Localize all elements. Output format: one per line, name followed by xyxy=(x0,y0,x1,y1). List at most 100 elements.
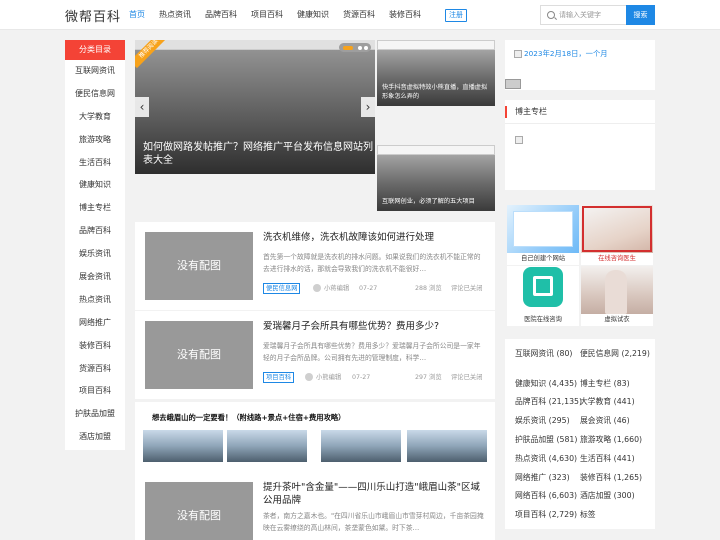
article-author[interactable]: 小熊编辑 xyxy=(316,373,341,382)
sidebar-item[interactable]: 旅游攻略 xyxy=(65,129,125,152)
sidebar-item[interactable]: 装修百科 xyxy=(65,335,125,358)
search-button[interactable]: 搜索 xyxy=(626,5,655,25)
broken-image-icon xyxy=(505,79,521,89)
article-title[interactable]: 洗衣机维修，洗衣机故障该如何进行处理 xyxy=(263,231,489,244)
article-title[interactable]: 爱瑞馨月子会所具有哪些优势？费用多少? xyxy=(263,320,489,333)
slider-dot[interactable] xyxy=(364,45,368,50)
sidebar-item[interactable]: 品牌百科 xyxy=(65,220,125,243)
doctor-photo-frame xyxy=(582,206,652,252)
article-meta: 项目百科 小熊编辑 07-27 297 浏览 评论已关闭 xyxy=(263,372,487,384)
category-link[interactable]: 酒店加盟 (300) xyxy=(580,491,635,501)
article-comments: 评论已关闭 xyxy=(451,374,483,381)
sidebar-item[interactable]: 货源百科 xyxy=(65,358,125,381)
banner-photo xyxy=(143,430,223,462)
sidebar-item[interactable]: 便民信息网 xyxy=(65,83,125,106)
side-feature-card[interactable]: 快手抖音虚拟特效小熊直播，直播虚拟形象怎么弄的 xyxy=(377,40,495,106)
category-link[interactable]: 热点资讯 (4,630) xyxy=(515,454,577,464)
category-link[interactable]: 品牌百科 (21,135) xyxy=(515,397,582,407)
promo-tile-label[interactable]: 医院在线咨询 xyxy=(507,314,579,326)
side-card-caption[interactable]: 快手抖音虚拟特效小熊直播，直播虚拟形象怎么弄的 xyxy=(382,83,492,101)
divider xyxy=(505,123,655,124)
nav-item-home[interactable]: 首页 xyxy=(122,0,152,30)
promo-tile[interactable]: 虚拟试衣 xyxy=(581,266,653,326)
promo-tile-label[interactable]: 在线咨询医生 xyxy=(581,253,653,265)
article-excerpt: 爱瑞馨月子会所具有哪些优势？费用多少？爱瑞馨月子会所公司是一家年轻的月子会所品牌… xyxy=(263,342,481,362)
slider-dot-active[interactable] xyxy=(343,45,353,50)
promo-tile-label[interactable]: 自己创建个网站 xyxy=(507,253,579,265)
site-header: 微帮百科 首页 热点资讯 品牌百科 项目百科 健康知识 货源百科 装修百科 注册… xyxy=(0,0,720,30)
article-thumbnail[interactable]: 没有配图 xyxy=(145,232,253,300)
category-link[interactable]: 便民信息网 (2,219) xyxy=(580,349,650,359)
sidebar-item[interactable]: 护肤品加盟 xyxy=(65,403,125,426)
article-thumbnail[interactable]: 没有配图 xyxy=(145,482,253,540)
broken-image-icon xyxy=(515,136,523,144)
banner-title[interactable]: 想去峨眉山的一定要看！（附线路+景点+住宿+费用攻略） xyxy=(152,413,345,423)
tags-link[interactable]: 标签 xyxy=(580,510,596,520)
article-views: 297 浏览 xyxy=(415,374,442,381)
side-card-caption[interactable]: 互联网创业，必须了解的五大项目 xyxy=(382,197,492,206)
article-thumbnail[interactable]: 没有配图 xyxy=(145,321,253,389)
category-link[interactable]: 旅游攻略 (1,660) xyxy=(580,435,642,445)
article-author[interactable]: 小蒋编辑 xyxy=(324,284,349,293)
banner-photo xyxy=(227,430,307,462)
sidebar-item[interactable]: 网络推广 xyxy=(65,312,125,335)
right-link-box: 2023年2月18日，一个月 xyxy=(505,40,655,90)
nav-item-brand[interactable]: 品牌百科 xyxy=(198,0,244,30)
section-title: 博主专栏 xyxy=(505,106,547,118)
sidebar-item[interactable]: 项目百科 xyxy=(65,380,125,403)
category-link[interactable]: 大学教育 (441) xyxy=(580,397,635,407)
right-top-link[interactable]: 2023年2月18日，一个月 xyxy=(514,49,608,59)
sidebar-item[interactable]: 互联网资讯 xyxy=(65,60,125,83)
article-tag[interactable]: 便民信息网 xyxy=(263,283,301,294)
article-excerpt: 首先第一个故障就是洗衣机的排水问题。如果说我们的洗衣机不能正常的去进行排水的话，… xyxy=(263,253,481,273)
category-link[interactable]: 互联网资讯 (80) xyxy=(515,349,572,359)
category-link[interactable]: 娱乐资讯 (295) xyxy=(515,416,570,426)
right-top-link-text[interactable]: 2023年2月18日，一个月 xyxy=(524,49,608,58)
category-link[interactable]: 生活百科 (441) xyxy=(580,454,635,464)
sidebar-item[interactable]: 健康知识 xyxy=(65,174,125,197)
ad-banner[interactable]: 想去峨眉山的一定要看！（附线路+景点+住宿+费用攻略） xyxy=(135,402,495,472)
category-link[interactable]: 网络百科 (6,603) xyxy=(515,491,577,501)
nav-item-decor[interactable]: 装修百科 xyxy=(382,0,428,30)
article-date: 07-27 xyxy=(352,374,371,381)
sidebar-item[interactable]: 娱乐资讯 xyxy=(65,243,125,266)
sidebar-item[interactable]: 生活百科 xyxy=(65,152,125,175)
blogger-column-box: 博主专栏 xyxy=(505,100,655,190)
sidebar-item[interactable]: 博主专栏 xyxy=(65,197,125,220)
promo-tile-label[interactable]: 虚拟试衣 xyxy=(581,314,653,326)
site-logo[interactable]: 微帮百科 xyxy=(65,6,121,25)
promo-tile[interactable]: 在线咨询医生 xyxy=(581,205,653,265)
banner-photo xyxy=(407,430,487,462)
search-input[interactable] xyxy=(559,6,625,24)
category-link[interactable]: 博主专栏 (83) xyxy=(580,379,630,389)
sidebar-item[interactable]: 展会资讯 xyxy=(65,266,125,289)
article-card: 没有配图 提升茶叶"含金量"——四川乐山打造"峨眉山茶"区域公用品牌 茶者，南方… xyxy=(135,472,495,540)
nav-item-supply[interactable]: 货源百科 xyxy=(336,0,382,30)
sidebar-item[interactable]: 大学教育 xyxy=(65,106,125,129)
category-link[interactable]: 展会资讯 (46) xyxy=(580,416,630,426)
register-button[interactable]: 注册 xyxy=(445,9,467,22)
promo-tile[interactable]: 医院在线咨询 xyxy=(507,266,579,326)
slider-dot[interactable] xyxy=(358,45,362,50)
sidebar-item[interactable]: 酒店加盟 xyxy=(65,426,125,449)
category-link[interactable]: 护肤品加盟 (581) xyxy=(515,435,577,445)
category-link[interactable]: 装修百科 (1,265) xyxy=(580,473,642,483)
slider-next-button[interactable]: › xyxy=(361,97,375,117)
category-link[interactable]: 网络推广 (323) xyxy=(515,473,570,483)
sidebar-item[interactable]: 热点资讯 xyxy=(65,289,125,312)
side-feature-card[interactable]: 互联网创业，必须了解的五大项目 xyxy=(377,145,495,211)
article-title[interactable]: 提升茶叶"含金量"——四川乐山打造"峨眉山茶"区域公用品牌 xyxy=(263,481,489,507)
category-link[interactable]: 健康知识 (4,435) xyxy=(515,379,577,389)
article-excerpt: 茶者，南方之嘉木也。"在四川省乐山市峨眉山市雪芽村周边，千亩茶园掩映在云雾缭绕的… xyxy=(263,512,484,532)
category-link[interactable]: 项目百科 (2,729) xyxy=(515,510,577,520)
author-avatar xyxy=(313,284,321,292)
slider-caption[interactable]: 如何做网路发帖推广？网络推广平台发布信息网站列表大全 xyxy=(143,141,373,167)
promo-tile[interactable]: 自己创建个网站 xyxy=(507,205,579,265)
slider-prev-button[interactable]: ‹ xyxy=(135,97,149,117)
nav-item-hot[interactable]: 热点资讯 xyxy=(152,0,198,30)
nav-item-health[interactable]: 健康知识 xyxy=(290,0,336,30)
nav-item-project[interactable]: 项目百科 xyxy=(244,0,290,30)
article-card: 没有配图 洗衣机维修，洗衣机故障该如何进行处理 首先第一个故障就是洗衣机的排水问… xyxy=(135,222,495,310)
featured-slider[interactable]: 推荐阅读 ‹ › 如何做网路发帖推广？网络推广平台发布信息网站列表大全 xyxy=(135,40,375,174)
article-tag[interactable]: 项目百科 xyxy=(263,372,295,383)
